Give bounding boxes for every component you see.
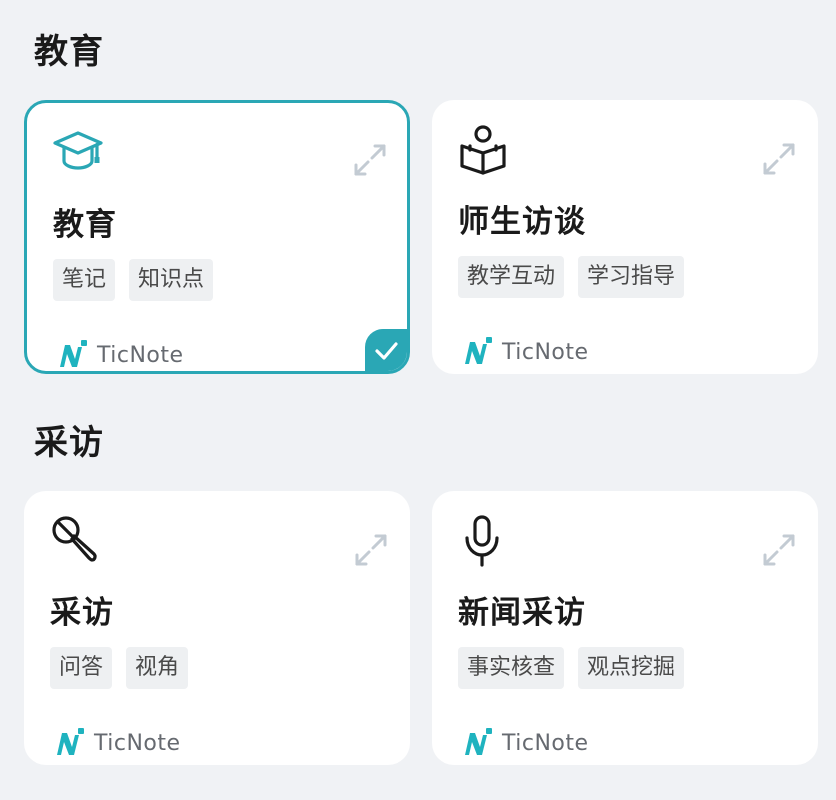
card-title: 采访 [50, 595, 114, 631]
expand-icon[interactable] [354, 533, 388, 567]
ticnote-logo-icon [462, 727, 494, 759]
tag: 视角 [126, 647, 189, 689]
template-card-interview[interactable]: 采访 问答 视角 TicNote [24, 491, 410, 765]
tag: 知识点 [129, 259, 214, 301]
person-reading-icon [456, 122, 510, 176]
expand-icon[interactable] [762, 533, 796, 567]
tag: 笔记 [53, 259, 116, 301]
brand: TicNote [462, 727, 589, 759]
check-icon [365, 329, 407, 371]
template-card-education[interactable]: 教育 笔记 知识点 TicNote [24, 100, 410, 374]
template-card-news-interview[interactable]: 新闻采访 事实核查 观点挖掘 TicNote [432, 491, 818, 765]
handheld-mic-icon [48, 513, 102, 567]
card-title: 新闻采访 [458, 595, 586, 631]
tag: 学习指导 [578, 256, 685, 298]
microphone-icon [456, 513, 510, 567]
tag: 问答 [50, 647, 113, 689]
brand-name: TicNote [502, 339, 589, 365]
brand-name: TicNote [97, 342, 184, 368]
template-card-teacher-student-interview[interactable]: 师生访谈 教学互动 学习指导 TicNote [432, 100, 818, 374]
tag-list: 教学互动 学习指导 [458, 256, 685, 298]
tag-list: 笔记 知识点 [53, 259, 214, 301]
brand: TicNote [54, 727, 181, 759]
expand-icon[interactable] [353, 143, 387, 177]
section-title-interview: 采访 [34, 423, 104, 463]
tag: 观点挖掘 [578, 647, 685, 689]
section-title-education: 教育 [34, 32, 104, 72]
ticnote-logo-icon [462, 336, 494, 368]
tag-list: 问答 视角 [50, 647, 189, 689]
expand-icon[interactable] [762, 142, 796, 176]
brand-name: TicNote [502, 730, 589, 756]
graduation-cap-icon [51, 125, 105, 179]
tag-list: 事实核查 观点挖掘 [458, 647, 685, 689]
card-title: 教育 [53, 207, 117, 243]
brand-name: TicNote [94, 730, 181, 756]
brand: TicNote [462, 336, 589, 368]
ticnote-logo-icon [57, 339, 89, 371]
brand: TicNote [57, 339, 184, 371]
tag: 事实核查 [458, 647, 565, 689]
tag: 教学互动 [458, 256, 565, 298]
ticnote-logo-icon [54, 727, 86, 759]
card-title: 师生访谈 [458, 204, 586, 240]
